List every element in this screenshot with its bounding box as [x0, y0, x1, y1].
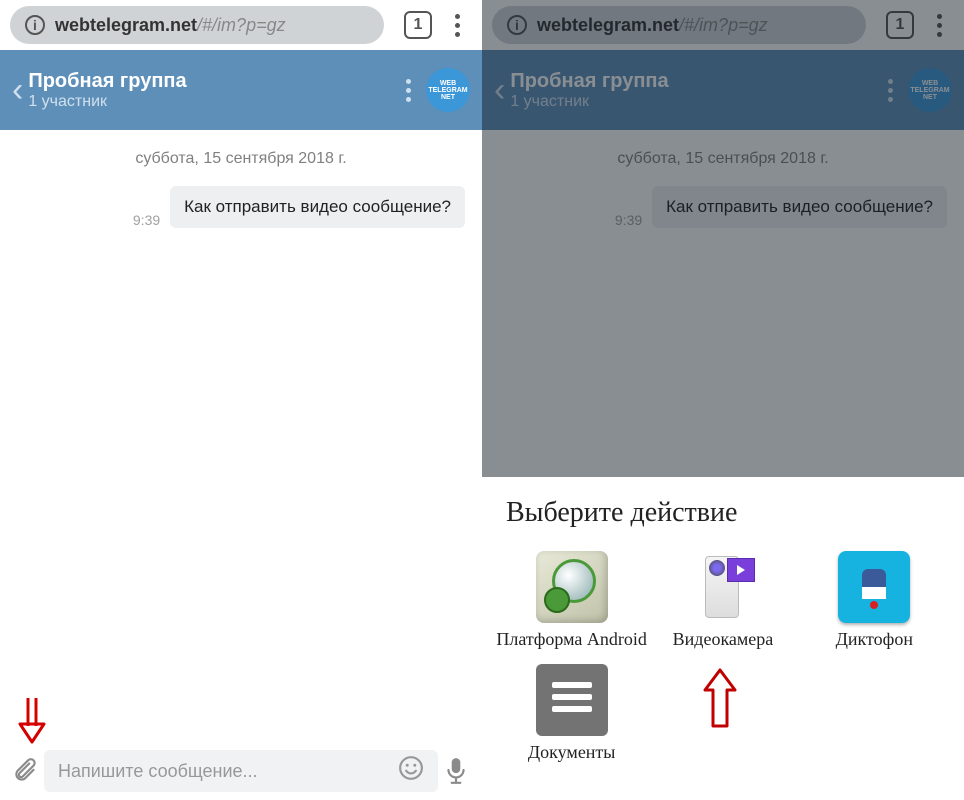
browser-menu-icon[interactable] [924, 14, 954, 37]
action-sheet: Выберите действие Платформа Android Виде… [482, 477, 964, 800]
message-row: 9:39 Как отправить видео сообщение? [12, 186, 470, 228]
url-path: /#/im?p=gz [679, 15, 768, 36]
chat-title: Пробная группа [28, 70, 406, 93]
browser-menu-icon[interactable] [442, 14, 472, 37]
arrow-annotation-up-icon [697, 666, 743, 730]
action-label: Платформа Android [496, 629, 647, 650]
left-screenshot: i webtelegram.net/#/im?p=gz 1 ‹ Пробная … [0, 0, 482, 800]
right-screenshot: i webtelegram.net/#/im?p=gz 1 ‹ Пробная … [482, 0, 964, 800]
tab-count-button[interactable]: 1 [886, 11, 914, 39]
address-bar[interactable]: i webtelegram.net/#/im?p=gz [10, 6, 384, 44]
info-icon[interactable]: i [507, 15, 527, 35]
action-label: Диктофон [836, 629, 913, 650]
action-android[interactable]: Платформа Android [496, 551, 647, 650]
action-documents[interactable]: Документы [496, 664, 647, 763]
url-domain: webtelegram.net [537, 15, 679, 36]
message-bubble[interactable]: Как отправить видео сообщение? [652, 186, 947, 228]
date-separator: суббота, 15 сентября 2018 г. [12, 142, 470, 176]
url-path: /#/im?p=gz [197, 15, 286, 36]
chat-subtitle: 1 участник [28, 93, 406, 111]
message-time: 9:39 [133, 212, 160, 228]
message-list: суббота, 15 сентября 2018 г. 9:39 Как от… [482, 130, 964, 240]
date-separator: суббота, 15 сентября 2018 г. [494, 142, 952, 176]
browser-bar: i webtelegram.net/#/im?p=gz 1 [0, 0, 482, 50]
message-bubble[interactable]: Как отправить видео сообщение? [170, 186, 465, 228]
action-grid: Платформа Android Видеокамера Диктофон Д… [496, 551, 950, 778]
chat-header[interactable]: ‹ Пробная группа 1 участник WEB TELEGRAM… [0, 50, 482, 130]
address-bar[interactable]: i webtelegram.net/#/im?p=gz [492, 6, 866, 44]
group-avatar[interactable]: WEB TELEGRAM NET [908, 68, 952, 112]
action-label: Видеокамера [673, 629, 774, 650]
input-bar: Напишите сообщение... [0, 742, 482, 800]
group-avatar[interactable]: WEB TELEGRAM NET [426, 68, 470, 112]
arrow-annotation-down-icon [14, 696, 50, 748]
message-time: 9:39 [615, 212, 642, 228]
mic-icon[interactable] [438, 757, 474, 785]
info-icon[interactable]: i [25, 15, 45, 35]
chat-title-block[interactable]: Пробная группа 1 участник [28, 70, 406, 111]
action-dictaphone[interactable]: Диктофон [799, 551, 950, 650]
tab-count-button[interactable]: 1 [404, 11, 432, 39]
chat-title-block[interactable]: Пробная группа 1 участник [510, 70, 888, 111]
message-input[interactable]: Напишите сообщение... [44, 750, 438, 792]
action-label: Документы [528, 742, 616, 763]
document-icon [536, 664, 608, 736]
android-icon [536, 551, 608, 623]
dictaphone-icon [838, 551, 910, 623]
input-placeholder: Напишите сообщение... [58, 761, 258, 782]
back-icon[interactable]: ‹ [494, 71, 505, 110]
attach-icon[interactable] [8, 756, 44, 786]
emoji-icon[interactable] [398, 755, 424, 788]
action-videocamera[interactable]: Видеокамера [647, 551, 798, 650]
chat-header[interactable]: ‹ Пробная группа 1 участник WEB TELEGRAM… [482, 50, 964, 130]
back-icon[interactable]: ‹ [12, 71, 23, 110]
chat-title: Пробная группа [510, 70, 888, 93]
message-list: суббота, 15 сентября 2018 г. 9:39 Как от… [0, 130, 482, 240]
sheet-title: Выберите действие [496, 497, 950, 529]
videocamera-icon [687, 551, 759, 623]
chat-menu-icon[interactable] [406, 79, 411, 102]
url-domain: webtelegram.net [55, 15, 197, 36]
browser-bar: i webtelegram.net/#/im?p=gz 1 [482, 0, 964, 50]
chat-subtitle: 1 участник [510, 93, 888, 111]
chat-menu-icon[interactable] [888, 79, 893, 102]
message-row: 9:39 Как отправить видео сообщение? [494, 186, 952, 228]
